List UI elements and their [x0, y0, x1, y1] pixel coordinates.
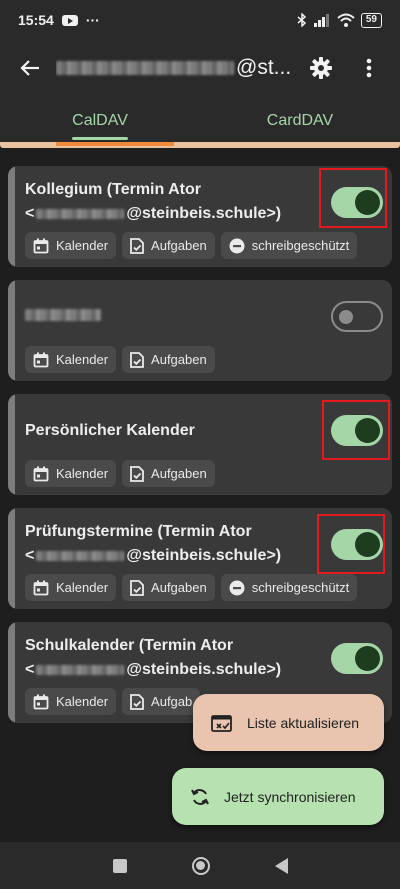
wifi-icon — [337, 13, 355, 27]
task-icon — [130, 465, 144, 482]
redacted-collection-name — [25, 309, 101, 321]
redacted-account-name — [56, 61, 234, 75]
collection-title: Kollegium (Termin Ator < @steinbeis.schul… — [25, 181, 282, 222]
task-icon — [130, 693, 144, 710]
calendar-icon — [33, 580, 49, 595]
calendar-chip: Kalender — [25, 688, 117, 715]
calendar-icon — [33, 694, 49, 709]
calendar-chip: Kalender — [25, 346, 117, 373]
collection-card[interactable]: Kollegium (Termin Ator < @steinbeis.schul… — [8, 166, 392, 267]
status-bar: 15:54 ··· 59 — [0, 0, 400, 40]
calendar-chip: Kalender — [25, 232, 117, 259]
recents-button[interactable] — [112, 858, 127, 873]
redacted-email — [36, 664, 125, 675]
read-only-chip: schreibgeschützt — [220, 574, 358, 601]
settings-button[interactable] — [304, 51, 338, 85]
tab-carddav[interactable]: CardDAV — [200, 96, 400, 146]
app-bar: @st... — [0, 40, 400, 96]
sync-toggle[interactable] — [331, 415, 383, 446]
tasks-chip: Aufgab — [122, 688, 201, 715]
more-vert-icon — [366, 58, 372, 78]
tab-bar: CalDAV CardDAV — [0, 96, 400, 146]
task-icon — [130, 351, 144, 368]
collection-card[interactable]: Prüfungstermine (Termin Ator < @steinbeis… — [8, 508, 392, 609]
task-icon — [130, 579, 144, 596]
system-navigation-bar — [0, 842, 400, 889]
sync-icon — [191, 788, 209, 805]
tab-progress-indicator — [56, 142, 174, 146]
redacted-email — [36, 550, 125, 561]
battery-indicator: 59 — [360, 12, 382, 28]
tasks-chip: Aufgaben — [122, 232, 215, 259]
remove-circle-icon — [229, 580, 245, 595]
overflow-menu-button[interactable] — [352, 51, 386, 85]
back-button[interactable] — [14, 52, 46, 84]
tasks-chip: Aufgaben — [122, 346, 215, 373]
calendar-refresh-icon — [211, 714, 232, 732]
read-only-chip: schreibgeschützt — [220, 232, 358, 259]
account-domain: @st... — [236, 56, 292, 79]
calendar-icon — [33, 466, 49, 481]
collection-title: Prüfungstermine (Termin Ator < @steinbeis… — [25, 523, 282, 564]
home-button[interactable] — [191, 856, 210, 875]
sync-toggle[interactable] — [331, 301, 383, 332]
signal-icon — [313, 13, 329, 27]
sync-toggle[interactable] — [331, 187, 383, 218]
calendar-chip: Kalender — [25, 460, 117, 487]
tasks-chip: Aufgaben — [122, 460, 215, 487]
collection-card[interactable]: Persönlicher Kalender Kalender Aufgaben — [8, 394, 392, 495]
refresh-list-button[interactable]: Liste aktualisieren — [193, 694, 384, 751]
bluetooth-icon — [297, 13, 306, 27]
collection-title: Persönlicher Kalender — [25, 422, 195, 439]
gear-icon — [310, 57, 332, 79]
system-back-button[interactable] — [274, 857, 288, 874]
collection-title: Schulkalender (Termin Ator < @steinbeis.s… — [25, 637, 282, 678]
redacted-email — [36, 208, 125, 219]
calendar-chip: Kalender — [25, 574, 117, 601]
youtube-notification-icon — [61, 14, 78, 26]
sync-now-button[interactable]: Jetzt synchronisieren — [172, 768, 384, 825]
collection-title — [25, 305, 101, 329]
sync-toggle[interactable] — [331, 643, 383, 674]
tab-caldav[interactable]: CalDAV — [0, 96, 200, 146]
arrow-left-icon — [20, 60, 39, 76]
sync-toggle[interactable] — [331, 529, 383, 560]
collection-card[interactable]: Kalender Aufgaben — [8, 280, 392, 381]
remove-circle-icon — [229, 238, 245, 253]
status-time: 15:54 — [18, 12, 54, 28]
calendar-icon — [33, 238, 49, 253]
task-icon — [130, 237, 144, 254]
tasks-chip: Aufgaben — [122, 574, 215, 601]
more-notifications-indicator: ··· — [85, 12, 100, 28]
account-title: @st... — [56, 56, 296, 80]
calendar-icon — [33, 352, 49, 367]
